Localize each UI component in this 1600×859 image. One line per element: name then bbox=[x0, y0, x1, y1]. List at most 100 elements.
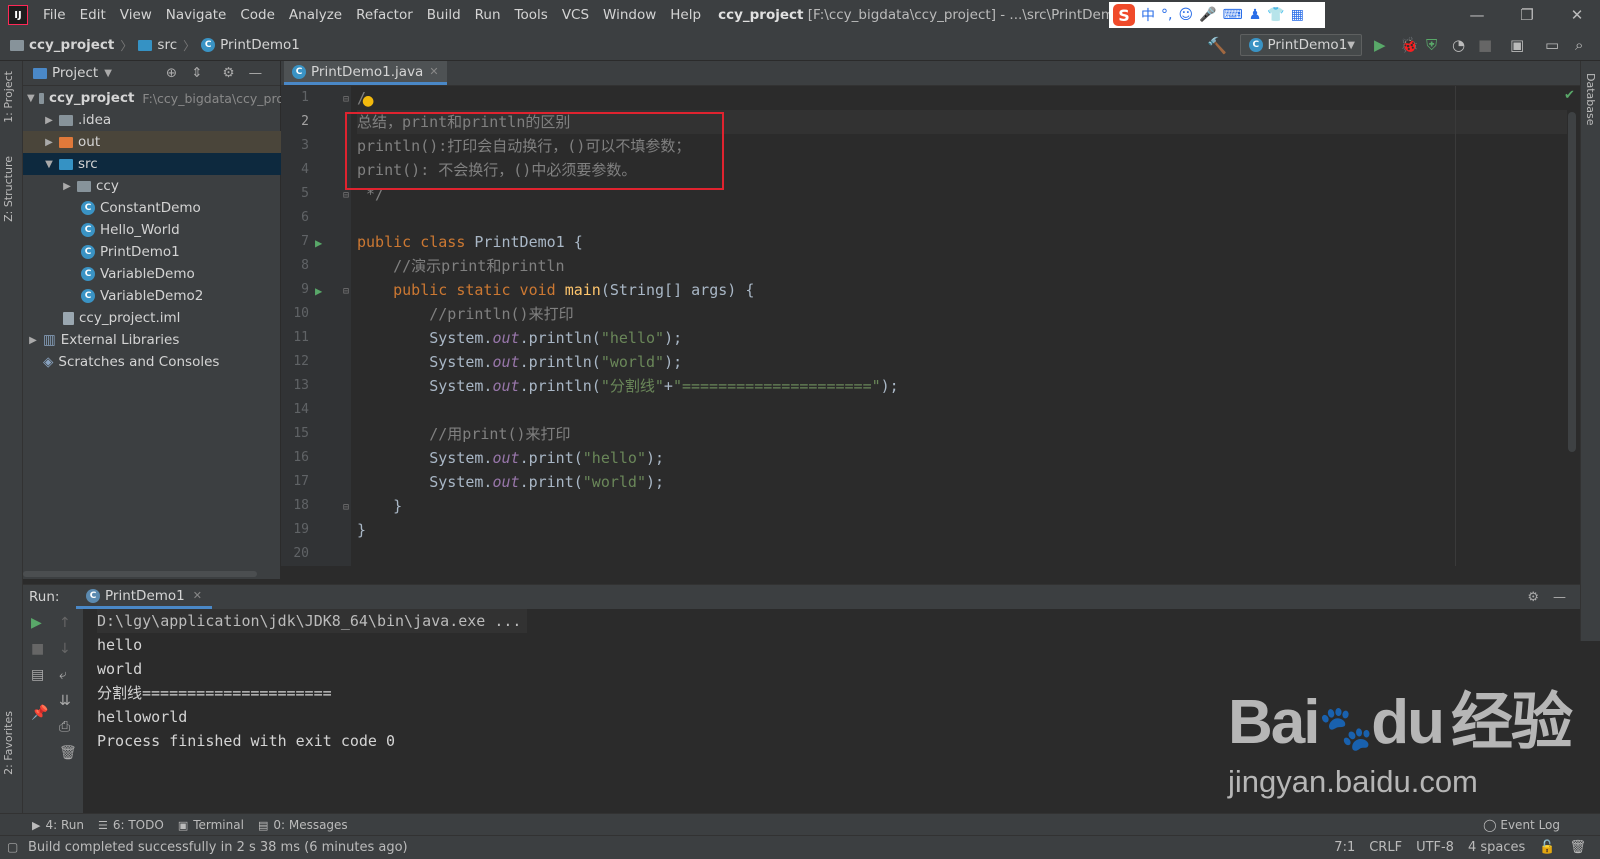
tree-item-src[interactable]: ▼ src bbox=[23, 153, 300, 175]
project-structure-icon[interactable]: ▣ bbox=[1510, 36, 1524, 54]
tool-tab-run[interactable]: ▶ 4: Run bbox=[32, 818, 84, 832]
soft-wrap-icon[interactable]: ⤶ bbox=[59, 667, 67, 683]
project-tool-tab[interactable]: 1: Project bbox=[2, 71, 15, 123]
run-gutter-icon[interactable]: ▶ bbox=[315, 284, 322, 298]
menu-vcs[interactable]: VCS bbox=[555, 0, 596, 30]
menu-view[interactable]: View bbox=[113, 0, 159, 30]
sogou-ime-icon[interactable]: S bbox=[1113, 4, 1135, 26]
menu-code[interactable]: Code bbox=[233, 0, 282, 30]
locate-file-icon[interactable]: ⊕ bbox=[166, 65, 177, 81]
ime-skin-icon[interactable]: 👕 bbox=[1267, 7, 1284, 23]
ime-punctuation-icon[interactable]: °, bbox=[1161, 7, 1172, 23]
menu-refactor[interactable]: Refactor bbox=[349, 0, 420, 30]
fold-icon[interactable]: ⊟ bbox=[343, 286, 349, 297]
favorites-tool-tab[interactable]: 2: Favorites bbox=[2, 711, 15, 775]
chevron-down-icon[interactable]: ▼ bbox=[27, 93, 35, 104]
pin-icon[interactable]: 📌 bbox=[31, 705, 48, 721]
gear-icon[interactable]: ⚙ bbox=[223, 65, 235, 81]
profile-icon[interactable]: ◔ bbox=[1452, 36, 1465, 54]
collapse-all-icon[interactable]: ⇕ bbox=[191, 65, 202, 81]
tree-item-iml[interactable]: ccy_project.iml bbox=[23, 307, 320, 329]
ime-voice-icon[interactable]: 🎤 bbox=[1199, 7, 1216, 23]
database-tool-tab[interactable]: Database bbox=[1584, 73, 1597, 126]
stop-icon[interactable]: ■ bbox=[31, 641, 44, 657]
chevron-down-icon[interactable]: ▼ bbox=[43, 159, 55, 170]
lightbulb-icon[interactable]: ● bbox=[362, 93, 374, 109]
print-icon[interactable]: ⎙ bbox=[59, 719, 70, 735]
inspection-ok-icon[interactable]: ✔ bbox=[1564, 88, 1575, 103]
file-encoding[interactable]: UTF-8 bbox=[1416, 840, 1454, 855]
tab-printdemo1-java[interactable]: C PrintDemo1.java ✕ bbox=[284, 61, 447, 85]
close-window-icon[interactable]: ✕ bbox=[1554, 0, 1600, 30]
memory-indicator-icon[interactable]: 🗑 bbox=[1569, 840, 1586, 855]
menu-build[interactable]: Build bbox=[420, 0, 468, 30]
scroll-to-end-icon[interactable]: ⇊ bbox=[59, 693, 71, 709]
arrow-up-icon[interactable]: ↑ bbox=[59, 615, 71, 631]
tree-item-scratches[interactable]: ◈ Scratches and Consoles bbox=[23, 351, 300, 373]
trash-icon[interactable]: 🗑 bbox=[59, 745, 77, 761]
chevron-down-icon[interactable]: ▼ bbox=[104, 68, 112, 79]
tree-item-ccy[interactable]: ▶ ccy bbox=[23, 175, 318, 197]
menu-tools[interactable]: Tools bbox=[508, 0, 555, 30]
arrow-down-icon[interactable]: ↓ bbox=[59, 641, 71, 657]
close-tab-icon[interactable]: ✕ bbox=[193, 589, 202, 602]
tree-item-project-root[interactable]: ▼ ccy_project F:\ccy_bigdata\ccy_pro bbox=[23, 87, 284, 109]
hide-panel-icon[interactable]: — bbox=[1553, 590, 1566, 605]
stop-icon[interactable]: ■ bbox=[1478, 36, 1492, 54]
fold-icon[interactable]: ⊟ bbox=[343, 94, 349, 105]
run-gutter-icon[interactable]: ▶ bbox=[315, 236, 322, 250]
breadcrumb-project[interactable]: ccy_project bbox=[10, 37, 114, 53]
tree-item-external-libraries[interactable]: ▶ ▥ External Libraries bbox=[23, 329, 284, 351]
rerun-icon[interactable]: ▶ bbox=[31, 615, 42, 631]
structure-tool-tab[interactable]: Z: Structure bbox=[2, 156, 15, 222]
chevron-right-icon[interactable]: ▶ bbox=[43, 137, 55, 148]
menu-navigate[interactable]: Navigate bbox=[159, 0, 234, 30]
chevron-right-icon[interactable]: ▶ bbox=[43, 115, 55, 126]
ime-toolbox-icon[interactable]: ▦ bbox=[1291, 7, 1304, 23]
restore-icon[interactable]: ❐ bbox=[1504, 0, 1550, 30]
menu-analyze[interactable]: Analyze bbox=[282, 0, 349, 30]
chevron-right-icon[interactable]: ▶ bbox=[27, 335, 39, 346]
minimize-icon[interactable]: — bbox=[1454, 0, 1500, 30]
ime-keyboard-icon[interactable]: ⌨ bbox=[1223, 7, 1243, 23]
gear-icon[interactable]: ⚙ bbox=[1527, 590, 1539, 605]
lock-icon[interactable]: 🔓 bbox=[1539, 840, 1555, 855]
breadcrumb-src[interactable]: src bbox=[138, 37, 177, 53]
tool-tab-messages[interactable]: ▤ 0: Messages bbox=[258, 818, 348, 832]
run-icon[interactable]: ▶ bbox=[1374, 36, 1386, 54]
tool-tab-todo[interactable]: ☰ 6: TODO bbox=[98, 818, 164, 832]
close-tab-icon[interactable]: ✕ bbox=[429, 65, 438, 78]
project-horizontal-scrollbar[interactable] bbox=[23, 571, 257, 577]
run-configuration-select[interactable]: C PrintDemo1 ▼ bbox=[1240, 34, 1362, 56]
layout-icon[interactable]: ▤ bbox=[31, 667, 44, 683]
run-tab-printdemo1[interactable]: C PrintDemo1 ✕ bbox=[76, 585, 212, 609]
toggle-tool-windows-icon[interactable]: ▢ bbox=[7, 840, 18, 854]
menu-edit[interactable]: Edit bbox=[73, 0, 113, 30]
presentation-icon[interactable]: ▭ bbox=[1545, 36, 1559, 54]
indent-setting[interactable]: 4 spaces bbox=[1468, 840, 1525, 855]
event-log-button[interactable]: ◯ Event Log bbox=[1483, 818, 1560, 832]
caret-position[interactable]: 7:1 bbox=[1334, 840, 1355, 855]
project-view-select[interactable]: Project bbox=[52, 65, 98, 81]
chevron-right-icon[interactable]: ▶ bbox=[61, 181, 73, 192]
tool-tab-terminal[interactable]: ▣ Terminal bbox=[178, 818, 244, 832]
breadcrumb-class[interactable]: C PrintDemo1 bbox=[201, 37, 300, 53]
ime-emoji-icon[interactable]: ☺ bbox=[1178, 7, 1193, 23]
search-icon[interactable]: ⌕ bbox=[1575, 36, 1583, 54]
fold-icon[interactable]: ⊟ bbox=[343, 502, 349, 513]
line-separator[interactable]: CRLF bbox=[1369, 840, 1402, 855]
debug-icon[interactable]: 🐞 bbox=[1400, 36, 1419, 54]
tree-item-idea[interactable]: ▶ .idea bbox=[23, 109, 300, 131]
fold-icon[interactable]: ⊟ bbox=[343, 190, 349, 201]
menu-window[interactable]: Window bbox=[596, 0, 663, 30]
tree-item-out[interactable]: ▶ out bbox=[23, 131, 300, 153]
ime-chinese-mode[interactable]: 中 bbox=[1141, 5, 1155, 25]
menu-run[interactable]: Run bbox=[468, 0, 508, 30]
coverage-icon[interactable]: ⛨ bbox=[1426, 36, 1437, 54]
menu-file[interactable]: File bbox=[36, 0, 73, 30]
hide-panel-icon[interactable]: — bbox=[249, 65, 263, 81]
ime-user-icon[interactable]: ♟ bbox=[1249, 7, 1262, 23]
build-hammer-icon[interactable]: 🔨 bbox=[1207, 36, 1227, 55]
menu-help[interactable]: Help bbox=[663, 0, 708, 30]
editor-vertical-scrollbar[interactable] bbox=[1568, 112, 1576, 452]
